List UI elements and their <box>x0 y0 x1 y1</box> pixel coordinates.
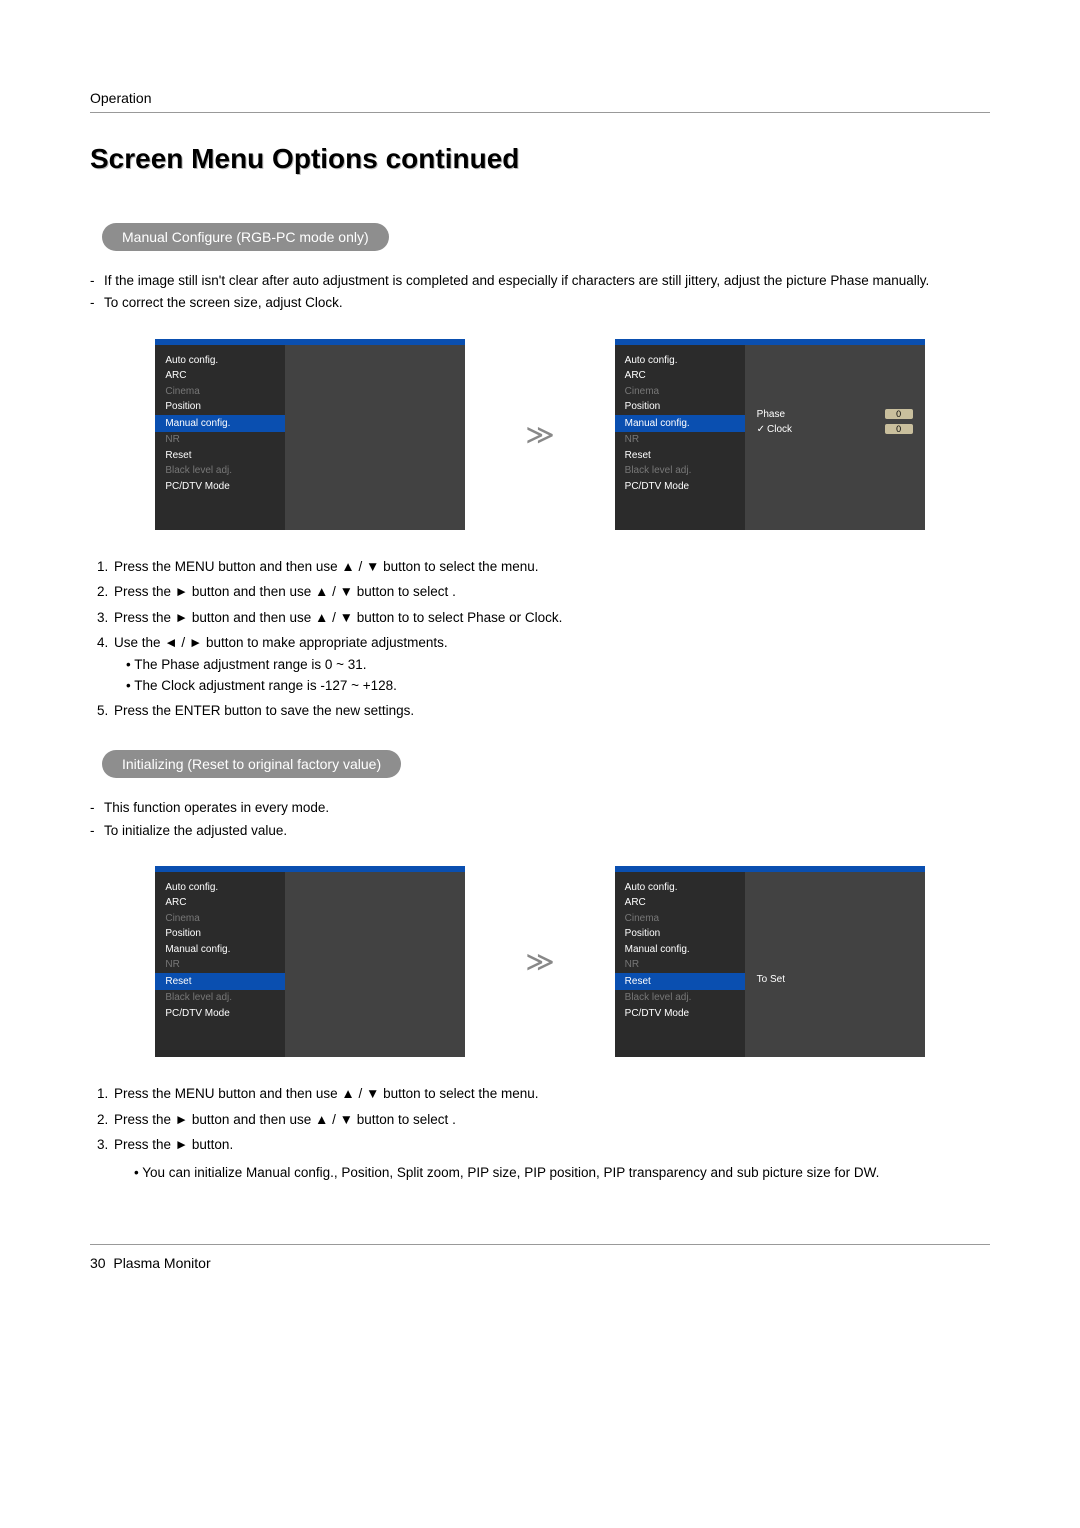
phase-value: 0 <box>885 409 913 419</box>
menu-item: ARC <box>625 368 735 384</box>
menu-item-selected: Reset <box>625 974 735 990</box>
divider <box>90 1244 990 1245</box>
menu-item: Cinema <box>625 911 735 927</box>
menu-item: Auto config. <box>625 353 735 369</box>
step: Press the MENU button and then use ▲ / ▼… <box>112 555 990 579</box>
page-footer: 30 Plasma Monitor <box>90 1255 990 1271</box>
menu-item: Manual config. <box>625 942 735 958</box>
menu-item: Cinema <box>625 384 735 400</box>
menu-item: Auto config. <box>625 880 735 896</box>
menu-item: Auto config. <box>165 880 275 896</box>
menu-item-selected: Reset <box>165 974 275 990</box>
menu-item: Cinema <box>165 384 275 400</box>
menu-item: PC/DTV Mode <box>165 479 275 495</box>
step: Press the ► button and then use ▲ / ▼ bu… <box>112 606 990 630</box>
menu-item-selected: Manual config. <box>165 416 275 432</box>
menu-box-right: Auto config. ARC Cinema Position Manual … <box>615 339 925 530</box>
menu-item: PC/DTV Mode <box>625 1006 735 1022</box>
arrow-icon: ≫ <box>525 418 554 451</box>
arrow-icon: ≫ <box>525 945 554 978</box>
menu-item: Black level adj. <box>625 463 735 479</box>
menu-screenshots-row: Auto config. ARC Cinema Position Manual … <box>90 339 990 530</box>
menu-item: PC/DTV Mode <box>625 479 735 495</box>
menu-item: Manual config. <box>165 942 275 958</box>
menu-item: ARC <box>165 368 275 384</box>
intro-text: -This function operates in every mode. -… <box>90 798 990 841</box>
menu-item: Position <box>165 926 275 942</box>
menu-item: Black level adj. <box>165 463 275 479</box>
menu-item: Black level adj. <box>165 990 275 1006</box>
menu-item: Black level adj. <box>625 990 735 1006</box>
sub-bullet: • The Clock adjustment range is -127 ~ +… <box>126 676 990 697</box>
menu-item: Auto config. <box>165 353 275 369</box>
menu-item: Cinema <box>165 911 275 927</box>
check-icon: ✓ <box>757 424 765 435</box>
menu-item: NR <box>165 957 275 973</box>
menu-item: Position <box>625 926 735 942</box>
sub-bullet: • The Phase adjustment range is 0 ~ 31. <box>126 655 990 676</box>
menu-box-left: Auto config. ARC Cinema Position Manual … <box>155 339 465 530</box>
intro-text: - If the image still isn't clear after a… <box>90 271 990 314</box>
step: Press the ► button and then use ▲ / ▼ bu… <box>112 580 990 604</box>
menu-item: PC/DTV Mode <box>165 1006 275 1022</box>
page-title: Screen Menu Options continued <box>90 143 990 175</box>
divider <box>90 112 990 113</box>
clock-value: 0 <box>885 424 913 434</box>
step: Press the ► button and then use ▲ / ▼ bu… <box>112 1108 990 1132</box>
step: Press the ► button. • You can initialize… <box>112 1133 990 1184</box>
section-header: Operation <box>90 90 990 106</box>
steps-list-2: Press the MENU button and then use ▲ / ▼… <box>90 1082 990 1185</box>
menu-item: Position <box>625 399 735 415</box>
menu-item: NR <box>625 432 735 448</box>
phase-label: Phase <box>757 409 785 420</box>
menu-item: ARC <box>165 895 275 911</box>
note: • You can initialize Manual config., Pos… <box>134 1161 990 1185</box>
section-pill-manual-configure: Manual Configure (RGB-PC mode only) <box>102 223 389 251</box>
steps-list-1: Press the MENU button and then use ▲ / ▼… <box>90 555 990 723</box>
menu-item: Position <box>165 399 275 415</box>
step: Use the ◄ / ► button to make appropriate… <box>112 631 990 696</box>
menu-item: NR <box>625 957 735 973</box>
menu-item: Reset <box>165 448 275 464</box>
menu-box-left: Auto config. ARC Cinema Position Manual … <box>155 866 465 1057</box>
clock-label: Clock <box>767 424 792 435</box>
menu-item: NR <box>165 432 275 448</box>
menu-item: ARC <box>625 895 735 911</box>
menu-screenshots-row: Auto config. ARC Cinema Position Manual … <box>90 866 990 1057</box>
to-set-label: To Set <box>757 974 913 985</box>
menu-box-right: Auto config. ARC Cinema Position Manual … <box>615 866 925 1057</box>
menu-item-selected: Manual config. <box>625 416 735 432</box>
step: Press the MENU button and then use ▲ / ▼… <box>112 1082 990 1106</box>
menu-item: Reset <box>625 448 735 464</box>
section-pill-initializing: Initializing (Reset to original factory … <box>102 750 401 778</box>
step: Press the ENTER button to save the new s… <box>112 699 990 723</box>
